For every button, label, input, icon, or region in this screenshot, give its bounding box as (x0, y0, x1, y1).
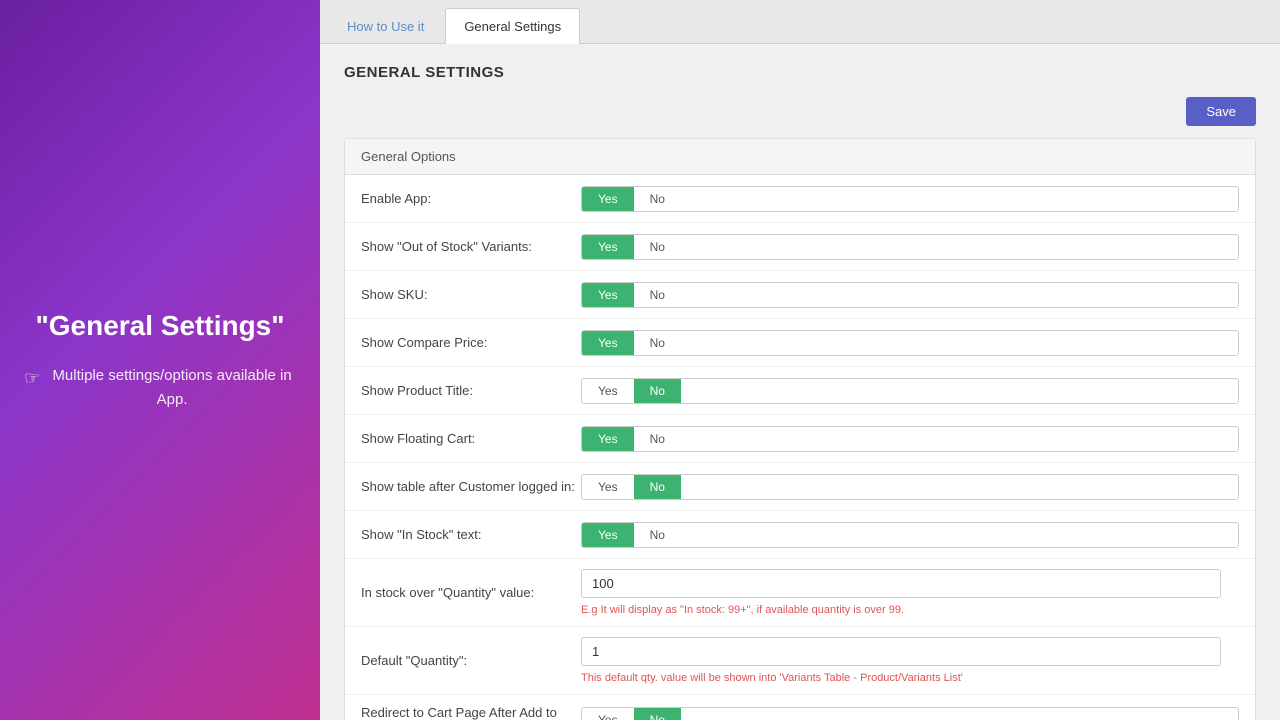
option-label-show-sku: Show SKU: (361, 287, 581, 302)
tab-general-settings[interactable]: General Settings (445, 8, 580, 44)
toggle-yes-compare-price[interactable]: Yes (582, 331, 634, 355)
option-row-default-quantity: Default "Quantity": This default qty. va… (345, 627, 1255, 695)
option-row-show-sku: Show SKU: Yes No (345, 271, 1255, 319)
option-row-compare-price: Show Compare Price: Yes No (345, 319, 1255, 367)
toggle-yes-customer-logged-in[interactable]: Yes (582, 475, 634, 499)
toggle-in-stock-text: Yes No (581, 522, 1239, 548)
toggle-no-compare-price[interactable]: No (634, 331, 681, 355)
option-label-customer-logged-in: Show table after Customer logged in: (361, 479, 581, 494)
sidebar-title: "General Settings" (24, 308, 296, 344)
option-row-redirect-to-cart: Redirect to Cart Page After Add to Cart:… (345, 695, 1255, 720)
option-row-in-stock-text: Show "In Stock" text: Yes No (345, 511, 1255, 559)
option-label-product-title: Show Product Title: (361, 383, 581, 398)
toggle-yes-show-sku[interactable]: Yes (582, 283, 634, 307)
option-control-floating-cart: Yes No (581, 426, 1239, 452)
hint-default-quantity: This default qty. value will be shown in… (581, 672, 1239, 684)
option-control-default-quantity: This default qty. value will be shown in… (581, 637, 1239, 684)
toggle-redirect-to-cart: Yes No (581, 707, 1239, 720)
option-control-customer-logged-in: Yes No (581, 474, 1239, 500)
option-row-out-of-stock: Show "Out of Stock" Variants: Yes No (345, 223, 1255, 271)
option-control-enable-app: Yes No (581, 186, 1239, 212)
toggle-enable-app: Yes No (581, 186, 1239, 212)
option-control-in-stock-text: Yes No (581, 522, 1239, 548)
tab-how-to-use[interactable]: How to Use it (328, 8, 443, 44)
tab-bar: How to Use it General Settings (320, 0, 1280, 44)
toggle-no-customer-logged-in[interactable]: No (634, 475, 681, 499)
toggle-yes-product-title[interactable]: Yes (582, 379, 634, 403)
hint-in-stock-quantity: E.g It will display as "In stock: 99+", … (581, 604, 1239, 616)
toggle-no-redirect-to-cart[interactable]: No (634, 708, 681, 720)
toggle-compare-price: Yes No (581, 330, 1239, 356)
options-card-header: General Options (345, 139, 1255, 175)
toggle-no-enable-app[interactable]: No (634, 187, 681, 211)
toggle-yes-out-of-stock[interactable]: Yes (582, 235, 634, 259)
toggle-yes-floating-cart[interactable]: Yes (582, 427, 634, 451)
toggle-no-in-stock-text[interactable]: No (634, 523, 681, 547)
option-label-enable-app: Enable App: (361, 191, 581, 206)
input-default-quantity[interactable] (581, 637, 1221, 666)
option-control-in-stock-quantity: E.g It will display as "In stock: 99+", … (581, 569, 1239, 616)
option-control-out-of-stock: Yes No (581, 234, 1239, 260)
toggle-customer-logged-in: Yes No (581, 474, 1239, 500)
option-control-compare-price: Yes No (581, 330, 1239, 356)
hand-icon: ☞ (24, 364, 40, 393)
content-area: GENERAL SETTINGS Save General Options En… (320, 44, 1280, 720)
option-label-in-stock-quantity: In stock over "Quantity" value: (361, 585, 581, 600)
option-row-customer-logged-in: Show table after Customer logged in: Yes… (345, 463, 1255, 511)
option-label-compare-price: Show Compare Price: (361, 335, 581, 350)
save-bar: Save (344, 97, 1256, 126)
option-row-floating-cart: Show Floating Cart: Yes No (345, 415, 1255, 463)
option-row-product-title: Show Product Title: Yes No (345, 367, 1255, 415)
option-row-in-stock-quantity: In stock over "Quantity" value: E.g It w… (345, 559, 1255, 627)
input-in-stock-quantity[interactable] (581, 569, 1221, 598)
toggle-no-floating-cart[interactable]: No (634, 427, 681, 451)
option-label-out-of-stock: Show "Out of Stock" Variants: (361, 239, 581, 254)
toggle-out-of-stock: Yes No (581, 234, 1239, 260)
toggle-product-title: Yes No (581, 378, 1239, 404)
toggle-floating-cart: Yes No (581, 426, 1239, 452)
main-panel: How to Use it General Settings GENERAL S… (320, 0, 1280, 720)
toggle-no-product-title[interactable]: No (634, 379, 681, 403)
option-control-product-title: Yes No (581, 378, 1239, 404)
option-label-redirect-to-cart: Redirect to Cart Page After Add to Cart: (361, 705, 581, 720)
toggle-no-out-of-stock[interactable]: No (634, 235, 681, 259)
sidebar: "General Settings" ☞ Multiple settings/o… (0, 0, 320, 720)
options-list: Enable App: Yes No Show "Out of Stock" V… (345, 175, 1255, 720)
toggle-show-sku: Yes No (581, 282, 1239, 308)
option-row-enable-app: Enable App: Yes No (345, 175, 1255, 223)
toggle-yes-redirect-to-cart[interactable]: Yes (582, 708, 634, 720)
option-label-in-stock-text: Show "In Stock" text: (361, 527, 581, 542)
option-control-show-sku: Yes No (581, 282, 1239, 308)
toggle-yes-enable-app[interactable]: Yes (582, 187, 634, 211)
general-options-card: General Options Enable App: Yes No Show … (344, 138, 1256, 720)
toggle-no-show-sku[interactable]: No (634, 283, 681, 307)
page-title: GENERAL SETTINGS (344, 64, 1256, 81)
option-control-redirect-to-cart: Yes No (581, 707, 1239, 720)
option-label-default-quantity: Default "Quantity": (361, 653, 581, 668)
toggle-yes-in-stock-text[interactable]: Yes (582, 523, 634, 547)
option-label-floating-cart: Show Floating Cart: (361, 431, 581, 446)
save-button[interactable]: Save (1186, 97, 1256, 126)
sidebar-description: ☞ Multiple settings/options available in… (24, 364, 296, 412)
